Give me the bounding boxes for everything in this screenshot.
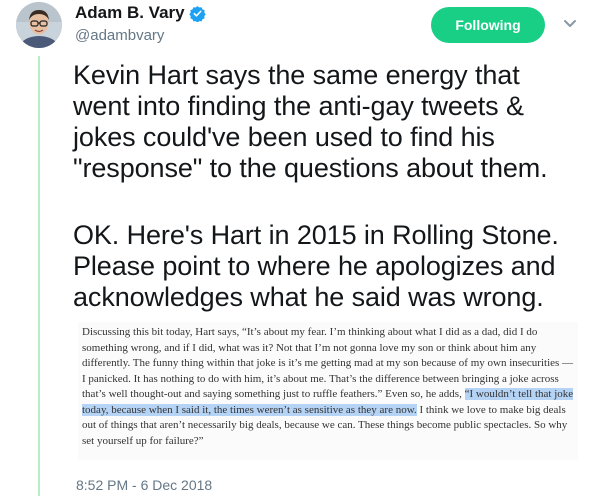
chevron-down-icon[interactable]: [563, 16, 577, 34]
tweet-text-paragraph-2: OK. Here's Hart in 2015 in Rolling Stone…: [73, 220, 559, 312]
avatar[interactable]: [16, 2, 62, 48]
author-name-row: Adam B. Vary: [75, 3, 206, 23]
quoted-article-excerpt-image[interactable]: Discussing this bit today, Hart says, “I…: [78, 322, 578, 460]
author-display-name[interactable]: Adam B. Vary: [75, 3, 185, 23]
tweet-text-paragraph-1: Kevin Hart says the same energy that wen…: [73, 60, 548, 183]
verified-badge-icon: [188, 5, 206, 22]
tweet-timestamp[interactable]: 8:52 PM - 6 Dec 2018: [76, 477, 212, 493]
following-button[interactable]: Following: [431, 7, 545, 43]
thread-connector-line: [38, 56, 40, 496]
author-handle[interactable]: @adambvary: [75, 27, 164, 44]
